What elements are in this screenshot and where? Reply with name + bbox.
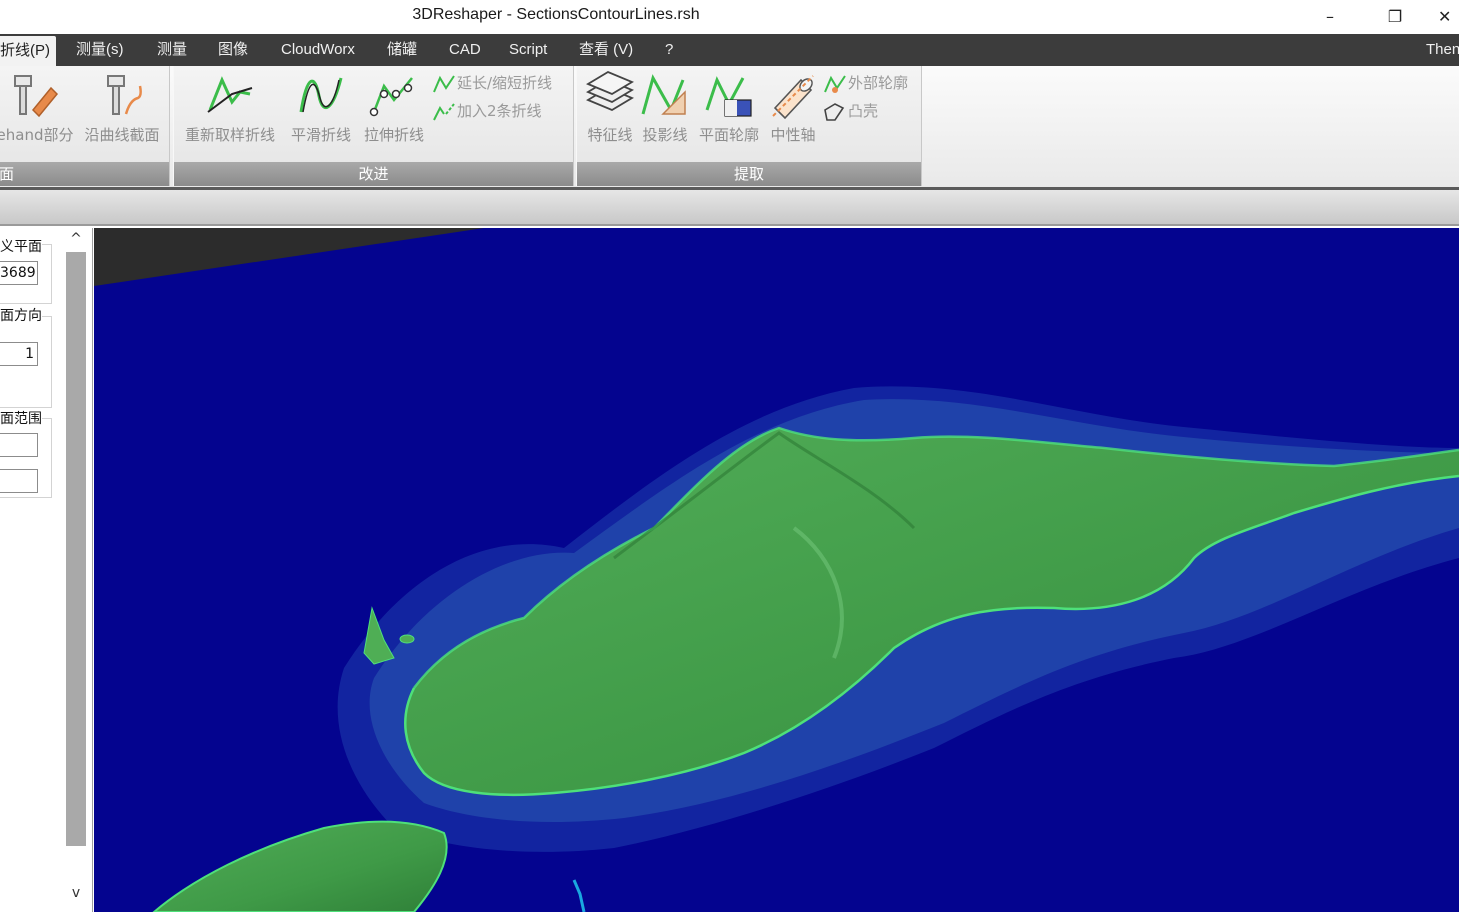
neutral-axis-icon: [772, 75, 814, 120]
plane-direction-title: 面方向: [0, 305, 42, 325]
menu-tank[interactable]: 储罐: [387, 34, 417, 66]
plane-value-field[interactable]: 3689: [0, 261, 38, 285]
menu-cloudworx[interactable]: CloudWorx: [281, 34, 355, 66]
plane-contour-icon: [705, 76, 752, 117]
curve-section-button[interactable]: 沿曲线截面: [79, 70, 165, 145]
panel-scrollbar[interactable]: ^ v: [64, 228, 88, 912]
3d-viewport[interactable]: [94, 228, 1459, 912]
minimize-button[interactable]: –: [1310, 4, 1350, 30]
ribbon-group-section: ehand部分 沿曲线截面 面: [0, 66, 170, 186]
menu-polyline[interactable]: 折线(P): [0, 36, 56, 66]
projection-lines-label: 投影线: [642, 126, 688, 144]
extend-polyline-button[interactable]: 延长/缩短折线: [432, 72, 552, 94]
outer-contour-label: 外部轮廓: [848, 74, 909, 92]
close-button[interactable]: ✕: [1438, 4, 1459, 30]
stretch-polyline-label: 拉伸折线: [363, 126, 424, 144]
neutral-axis-button[interactable]: 中性轴: [765, 70, 821, 145]
stretch-polyline-button[interactable]: 拉伸折线: [358, 70, 430, 145]
join-polyline-icon: [433, 102, 455, 120]
properties-panel: 义平面 3689 面方向 1 面范围 ^ v: [0, 228, 93, 912]
group-section-label: 面: [0, 162, 169, 186]
extend-polyline-icon: [433, 74, 455, 92]
smooth-polyline-icon: [299, 77, 343, 113]
smooth-polyline-button[interactable]: 平滑折线: [284, 70, 358, 145]
menu-cad[interactable]: CAD: [449, 34, 481, 66]
range-max-field[interactable]: [0, 469, 38, 493]
stretch-polyline-icon: [369, 77, 413, 117]
resample-polyline-label: 重新取样折线: [184, 126, 275, 144]
freehand-section-label: ehand部分: [0, 126, 74, 144]
group-extract-label: 提取: [577, 162, 921, 186]
curve-section-icon: [107, 75, 142, 115]
direction-value-field[interactable]: 1: [0, 342, 38, 366]
projection-lines-button[interactable]: 投影线: [637, 70, 693, 145]
define-plane-title: 义平面: [0, 236, 42, 256]
join-polyline-label: 加入2条折线: [457, 102, 542, 120]
plane-contour-label: 平面轮廓: [698, 126, 759, 144]
restore-button[interactable]: ❐: [1375, 4, 1415, 30]
window-title: 3DReshaper - SectionsContourLines.rsh: [412, 6, 700, 23]
menu-theme[interactable]: Then: [1426, 34, 1459, 66]
terrain-render: [94, 228, 1459, 912]
resample-polyline-icon: [207, 76, 253, 113]
freehand-section-button[interactable]: ehand部分: [0, 70, 77, 145]
background-corner: [94, 228, 484, 286]
menu-image[interactable]: 图像: [218, 34, 248, 66]
smooth-polyline-label: 平滑折线: [290, 126, 351, 144]
menu-script[interactable]: Script: [509, 34, 547, 66]
convex-hull-icon: [824, 102, 845, 121]
range-min-field[interactable]: [0, 433, 38, 457]
feature-lines-label: 特征线: [587, 126, 633, 144]
outer-contour-button[interactable]: 外部轮廓: [823, 72, 908, 94]
menu-bar: 折线(P) 测量(s) 测量 图像 CloudWorx 储罐 CAD Scrip…: [0, 34, 1459, 66]
projection-lines-icon: [641, 74, 686, 115]
islet-small: [399, 634, 415, 644]
extend-polyline-label: 延长/缩短折线: [457, 74, 553, 92]
join-polyline-button[interactable]: 加入2条折线: [432, 100, 542, 122]
ribbon-group-improve: 重新取样折线 平滑折线 拉伸折线 延长/缩短折线 加入2条折线 改进: [173, 66, 574, 186]
scroll-up-button[interactable]: ^: [64, 228, 88, 250]
scroll-thumb[interactable]: [66, 252, 86, 846]
convex-hull-button[interactable]: 凸壳: [823, 100, 878, 122]
group-improve-label: 改进: [174, 162, 573, 186]
plane-range-title: 面范围: [0, 408, 42, 428]
scroll-down-button[interactable]: v: [64, 882, 88, 904]
menu-help[interactable]: ?: [665, 34, 673, 66]
feature-lines-icon: [586, 70, 634, 112]
plane-contour-button[interactable]: 平面轮廓: [693, 70, 765, 145]
freehand-section-icon: [14, 75, 59, 118]
ribbon-group-extract: 特征线 投影线 平面轮廓 中性轴 外部轮廓 凸壳 提取: [576, 66, 922, 186]
island-lower: [152, 820, 448, 912]
feature-lines-button[interactable]: 特征线: [581, 70, 639, 145]
menu-measure-s[interactable]: 测量(s): [76, 34, 124, 66]
ribbon: ehand部分 沿曲线截面 面 重新取样折线 平滑折线 拉伸折线 延长/缩短折线…: [0, 66, 1459, 188]
curve-section-label: 沿曲线截面: [84, 126, 160, 144]
convex-hull-label: 凸壳: [848, 102, 879, 120]
title-bar: 3DReshaper - SectionsContourLines.rsh – …: [0, 0, 1459, 34]
menu-view[interactable]: 查看 (V): [579, 34, 633, 66]
menu-measure[interactable]: 测量: [157, 34, 187, 66]
neutral-axis-label: 中性轴: [770, 126, 816, 144]
resample-polyline-button[interactable]: 重新取样折线: [178, 70, 282, 145]
secondary-toolbar: [0, 190, 1459, 226]
axis-marker: [572, 879, 586, 912]
outer-contour-icon: [824, 74, 846, 93]
